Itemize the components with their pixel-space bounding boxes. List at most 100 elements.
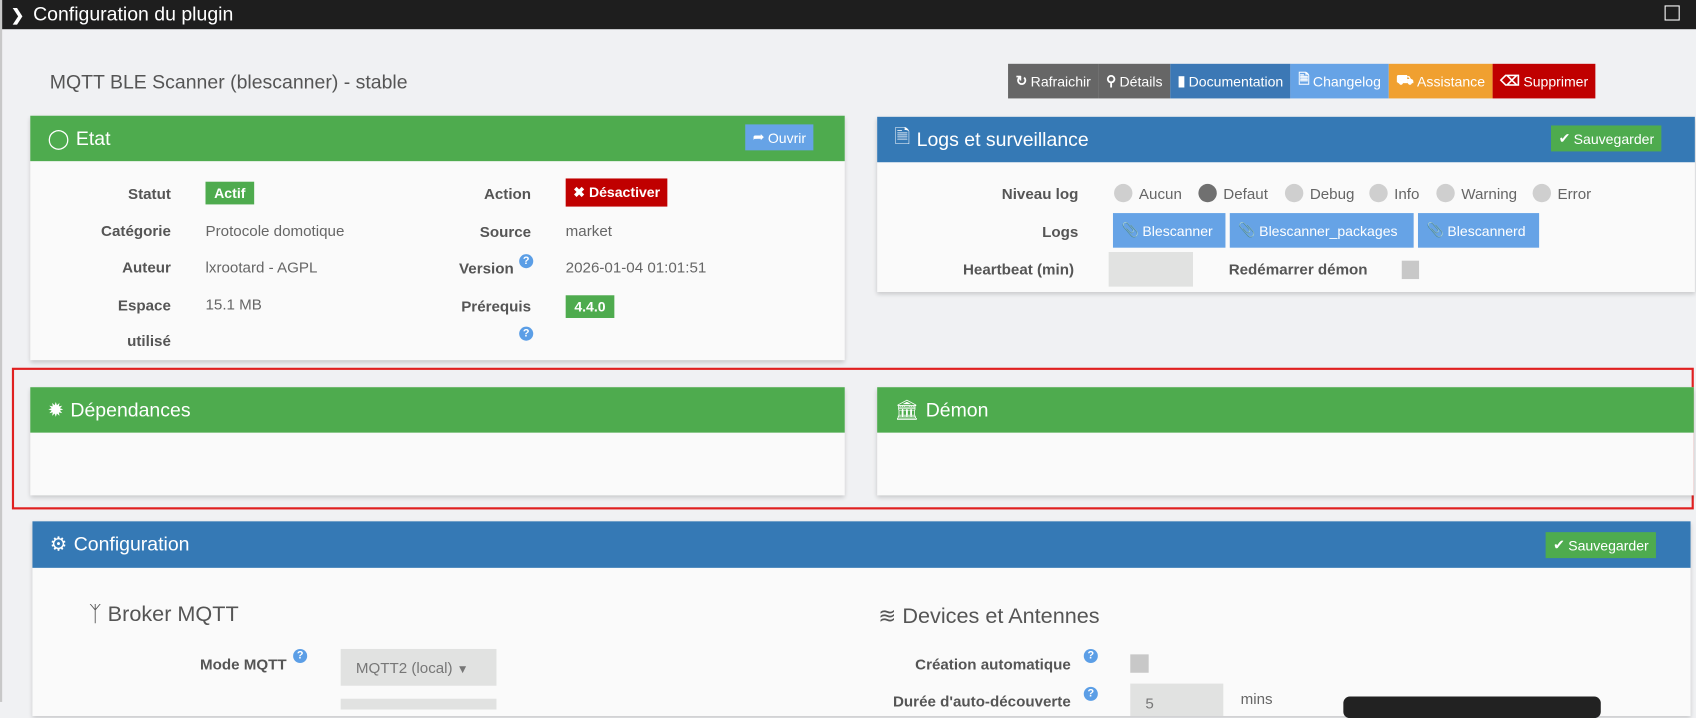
discovery-value: 5 [1145,694,1154,712]
log-blescanner-packages-button[interactable]: 📎 Blescanner_packages [1229,213,1414,248]
maximize-icon[interactable] [1664,5,1680,21]
delete-label: Supprimer [1523,73,1589,90]
deactivate-label: Désactiver [588,183,661,201]
source-value: market [565,221,612,240]
share-icon: ➦ [752,128,765,145]
documentation-button[interactable]: ▮ Documentation [1170,63,1291,99]
log-blescannerd-button[interactable]: 📎 Blescannerd [1417,213,1540,248]
auteur-label: Auteur [122,258,171,276]
refresh-button[interactable]: ↻ Rafraichir [1008,63,1099,99]
source-label: Source [479,222,532,241]
caret-down-icon: ▼ [456,663,469,676]
assistance-button[interactable]: ⛟ Assistance [1388,63,1493,99]
discovery-input[interactable]: 5 [1130,683,1224,717]
espace-value: 15.1 MB [205,295,262,313]
config-save-label: Sauvegarder [1568,537,1649,554]
broker-mqtt-heading: ᛉ Broker MQTT [89,602,239,627]
paperclip-icon: 📎 [1121,221,1140,238]
radio-icon [1532,183,1552,203]
log-level-debug[interactable]: Debug [1284,183,1355,203]
log-level-error[interactable]: Error [1532,183,1591,203]
restart-daemon-label: Redémarrer démon [1228,260,1368,278]
broker-title: Broker MQTT [107,602,239,627]
documentation-label: Documentation [1188,73,1284,90]
radio-label: Info [1394,184,1420,202]
window-title: Configuration du plugin [33,3,234,25]
chevron-right-icon[interactable]: ❯ [11,5,25,24]
hubspot-icon: ᛉ [88,602,108,627]
file-icon: 🗎 [894,125,911,148]
log-button-label: Blescannerd [1447,222,1526,239]
espace-label-2: utilisé [127,332,171,350]
devices-heading: ≋ Devices et Antennes [878,602,1099,629]
toolbar: ↻ Rafraichir ⚲ Détails ▮ Documentation 🗎 Cha… [1008,63,1596,99]
configuration-header: ⚙ Configuration ✔ Sauvegarder [32,521,1691,568]
assistance-label: Assistance [1417,73,1486,90]
log-level-label: Niveau log [1001,184,1079,203]
logs-save-label: Sauvegarder [1573,130,1655,147]
log-button-label: Blescanner [1142,222,1213,239]
statut-label: Statut [127,184,171,203]
check-circle-icon: ✔ [1553,536,1565,553]
certificate-icon: ✹ [47,398,64,421]
espace-label: Espace [117,296,171,314]
mode-mqtt-select[interactable]: MQTT2 (local) ▼ [340,648,497,686]
auto-create-checkbox[interactable] [1130,654,1149,673]
radio-label: Aucun [1138,184,1182,202]
help-icon[interactable]: ? [519,326,534,341]
auto-create-label: Création automatique [915,655,1071,673]
details-button[interactable]: ⚲ Détails [1098,63,1171,99]
details-label: Détails [1119,73,1163,90]
categorie-value: Protocole domotique [205,221,345,240]
help-icon[interactable]: ? [519,254,534,269]
demon-header: 🏛 Démon [877,387,1694,433]
wifi-icon: ≋ [878,604,903,629]
help-icon[interactable]: ? [1083,686,1098,701]
discovery-unit: mins [1240,690,1273,708]
ambulance-icon: ⛟ [1396,71,1414,88]
prerequis-label: Prérequis [461,297,532,315]
broker-field[interactable] [340,698,497,710]
university-icon: 🏛 [894,398,920,421]
log-level-info[interactable]: Info [1369,183,1420,203]
circle-notch-icon: ◯ [47,127,70,149]
radio-label: Warning [1461,184,1518,202]
refresh-icon: ↻ [1015,72,1028,89]
toast-notification [1343,696,1601,718]
book-icon: ▮ [1177,72,1186,89]
log-level-aucun[interactable]: Aucun [1114,183,1182,203]
help-icon[interactable]: ? [1083,648,1098,664]
x-icon: ✖ [573,183,589,201]
heartbeat-label: Heartbeat (min) [962,260,1075,278]
heartbeat-input[interactable] [1108,252,1194,287]
auteur-value: lxrootard - AGPL [205,258,318,276]
log-level-warning[interactable]: Warning [1436,183,1518,203]
etat-header: ◯ Etat ➦ Ouvrir [30,115,845,162]
help-icon[interactable]: ? [293,648,308,664]
log-blescanner-button[interactable]: 📎 Blescanner [1112,213,1226,248]
discovery-label: Durée d'auto-découverte [892,692,1071,710]
logs-save-button[interactable]: ✔ Sauvegarder [1551,125,1662,152]
file-code-icon: 🗎 [1298,70,1310,87]
paperclip-icon: 📎 [1426,221,1445,238]
delete-button[interactable]: ⌫ Supprimer [1492,63,1596,99]
paperclip-icon: 📎 [1238,221,1256,238]
devices-title: Devices et Antennes [902,604,1100,629]
changelog-button[interactable]: 🗎 Changelog [1290,63,1389,99]
deactivate-button[interactable]: ✖ Désactiver [565,178,668,207]
radio-icon [1369,183,1388,203]
logs-label: Logs [1042,222,1079,241]
version-value: 2026-01-04 01:01:51 [565,258,707,276]
status-badge: Actif [205,181,255,205]
logs-header: 🗎 Logs et surveillance ✔ Sauvegarder [877,116,1695,163]
radio-icon [1114,183,1133,203]
radio-icon [1436,183,1455,203]
log-level-defaut[interactable]: Defaut [1198,183,1268,203]
radio-label: Debug [1309,184,1355,202]
trash-icon: ⌫ [1500,72,1521,89]
open-button[interactable]: ➦ Ouvrir [745,124,814,151]
dependances-header: ✹ Dépendances [30,387,845,433]
config-save-button[interactable]: ✔ Sauvegarder [1545,532,1657,559]
configuration-panel: ⚙ Configuration ✔ Sauvegarder [32,521,1691,717]
restart-daemon-checkbox[interactable] [1401,260,1420,280]
